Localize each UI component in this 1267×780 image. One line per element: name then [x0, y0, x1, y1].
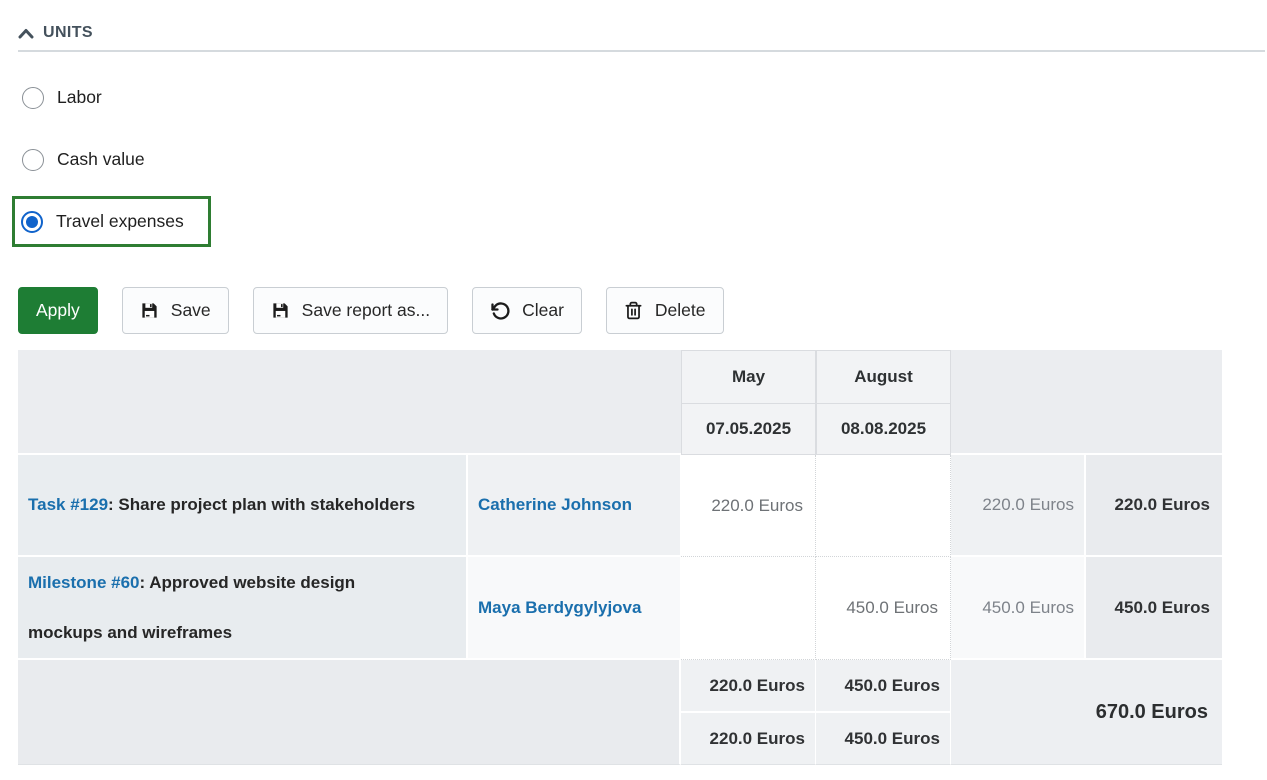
footer-corner-cell	[18, 660, 681, 765]
grand-total-cell: 670.0 Euros	[951, 660, 1222, 765]
units-options: Labor Cash value Travel expenses	[18, 85, 1267, 247]
footer-subtotal-row: 220.0 Euros 450.0 Euros 670.0 Euros	[18, 660, 1222, 713]
radio-icon[interactable]	[22, 87, 44, 109]
cost-report-table: May August 07.05.2025 08.08.2025 Task #1…	[18, 350, 1222, 765]
apply-button-label: Apply	[36, 300, 80, 321]
save-button-label: Save	[171, 300, 211, 321]
value-cell-may: 220.0 Euros	[681, 455, 816, 557]
header-right-cell	[951, 350, 1222, 455]
row-subtotal-cell: 450.0 Euros	[951, 557, 1086, 660]
radio-label-travel-expenses: Travel expenses	[56, 211, 184, 232]
delete-button[interactable]: Delete	[606, 287, 724, 334]
work-package-description: : Share project plan with stakeholders	[108, 495, 415, 514]
row-total-cell: 220.0 Euros	[1086, 455, 1222, 557]
value-cell-august: 450.0 Euros	[816, 557, 951, 660]
selected-option-highlight: Travel expenses	[12, 196, 211, 247]
save-button[interactable]: Save	[122, 287, 229, 334]
section-divider	[18, 50, 1265, 52]
assignee-link[interactable]: Catherine Johnson	[478, 495, 632, 514]
cost-report-page: UNITS Labor Cash value Travel expenses A…	[0, 0, 1267, 765]
assignee-cell: Catherine Johnson	[468, 455, 681, 557]
clear-button[interactable]: Clear	[472, 287, 582, 334]
assignee-link[interactable]: Maya Berdygylyjova	[478, 598, 641, 617]
column-total-may: 220.0 Euros	[681, 713, 816, 765]
table-row: Milestone #60: Approved website design m…	[18, 557, 1222, 660]
undo-icon	[490, 301, 510, 321]
apply-button[interactable]: Apply	[18, 287, 98, 334]
value-cell-august	[816, 455, 951, 557]
work-package-cell: Milestone #60: Approved website design m…	[18, 557, 468, 660]
radio-label-labor: Labor	[57, 87, 102, 108]
work-package-link[interactable]: Task #129	[28, 495, 108, 514]
chevron-up-icon	[18, 28, 34, 39]
radio-checked-icon[interactable]	[21, 211, 43, 233]
radio-label-cash-value: Cash value	[57, 149, 145, 170]
units-section-title: UNITS	[43, 24, 93, 42]
assignee-cell: Maya Berdygylyjova	[468, 557, 681, 660]
column-date-august: 08.08.2025	[816, 404, 951, 455]
column-total-august: 450.0 Euros	[816, 713, 951, 765]
column-date-may: 07.05.2025	[681, 404, 816, 455]
delete-button-label: Delete	[655, 300, 706, 321]
table-row: Task #129: Share project plan with stake…	[18, 455, 1222, 557]
month-header-row: May August	[18, 350, 1222, 404]
row-subtotal-cell: 220.0 Euros	[951, 455, 1086, 557]
column-header-may: May	[681, 350, 816, 404]
trash-icon	[624, 301, 643, 320]
row-total-cell: 450.0 Euros	[1086, 557, 1222, 660]
column-header-august: August	[816, 350, 951, 404]
value-cell-may	[681, 557, 816, 660]
work-package-link[interactable]: Milestone #60	[28, 573, 140, 592]
radio-option-labor[interactable]: Labor	[22, 85, 102, 110]
clear-button-label: Clear	[522, 300, 564, 321]
save-report-as-button-label: Save report as...	[302, 300, 430, 321]
floppy-icon	[140, 301, 159, 320]
radio-option-cash-value[interactable]: Cash value	[22, 147, 145, 172]
column-subtotal-may: 220.0 Euros	[681, 660, 816, 713]
column-subtotal-august: 450.0 Euros	[816, 660, 951, 713]
radio-option-travel-expenses[interactable]: Travel expenses	[21, 209, 184, 234]
report-toolbar: Apply Save Save report as...	[18, 287, 1267, 334]
floppy-icon	[271, 301, 290, 320]
units-section-header[interactable]: UNITS	[18, 20, 93, 46]
save-report-as-button[interactable]: Save report as...	[253, 287, 448, 334]
header-corner-cell	[18, 350, 681, 455]
work-package-cell: Task #129: Share project plan with stake…	[18, 455, 468, 557]
radio-icon[interactable]	[22, 149, 44, 171]
